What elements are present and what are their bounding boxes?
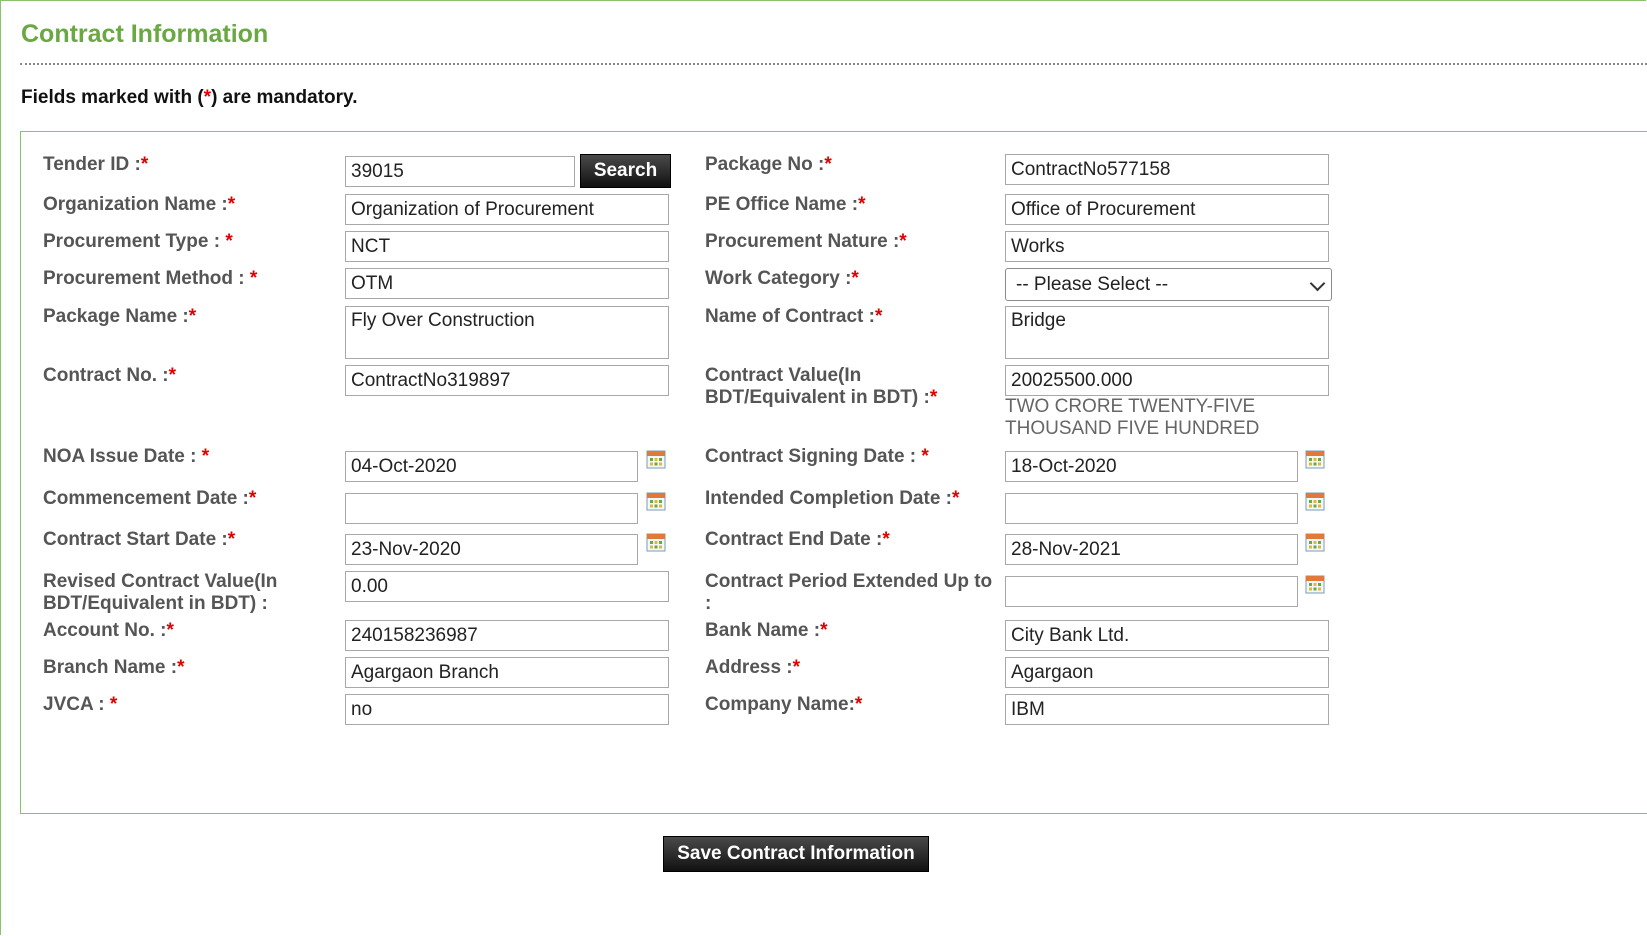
contract-signing-date-input[interactable] <box>1005 451 1298 482</box>
calendar-icon[interactable] <box>646 532 666 552</box>
intended-completion-date-label: Intended Completion Date :* <box>705 488 960 509</box>
revised-contract-value-label: Revised Contract Value(In BDT/Equivalent … <box>43 571 278 614</box>
work-category-select[interactable]: -- Please Select -- <box>1005 268 1332 301</box>
jvca-label: JVCA : * <box>43 694 118 715</box>
contract-start-date-input[interactable] <box>345 534 638 565</box>
contract-no-input[interactable] <box>345 365 669 396</box>
procurement-method-label: Procurement Method : * <box>43 268 258 289</box>
work-category-label: Work Category :* <box>705 268 859 289</box>
branch-name-label: Branch Name :* <box>43 657 185 678</box>
mandatory-note: Fields marked with (*) are mandatory. <box>21 87 357 109</box>
procurement-type-label: Procurement Type : * <box>43 231 233 252</box>
branch-name-input[interactable] <box>345 657 669 688</box>
contract-no-label: Contract No. :* <box>43 365 177 386</box>
name-of-contract-label: Name of Contract :* <box>705 306 883 327</box>
address-label: Address :* <box>705 657 801 678</box>
calendar-icon[interactable] <box>646 491 666 511</box>
procurement-type-input[interactable] <box>345 231 669 262</box>
mandatory-note-asterisk: * <box>203 87 212 108</box>
commencement-date-label: Commencement Date :* <box>43 488 257 509</box>
tender-id-input[interactable] <box>345 156 575 187</box>
commencement-date-input[interactable] <box>345 493 638 524</box>
contract-period-extended-label: Contract Period Extended Up to: <box>705 571 993 614</box>
package-name-label: Package Name :* <box>43 306 197 327</box>
account-no-input[interactable] <box>345 620 669 651</box>
jvca-input[interactable] <box>345 694 669 725</box>
bank-name-input[interactable] <box>1005 620 1329 651</box>
procurement-nature-input[interactable] <box>1005 231 1329 262</box>
contract-start-date-label: Contract Start Date :* <box>43 529 236 550</box>
package-no-input[interactable] <box>1005 154 1329 185</box>
tender-id-label: Tender ID :* <box>43 154 149 175</box>
contract-end-date-label: Contract End Date :* <box>705 529 890 550</box>
package-no-label: Package No :* <box>705 154 832 175</box>
work-category-selected: -- Please Select -- <box>1016 274 1169 295</box>
contract-signing-date-label: Contract Signing Date : * <box>705 446 929 467</box>
account-no-label: Account No. :* <box>43 620 174 641</box>
chevron-down-icon <box>1309 275 1326 292</box>
calendar-icon[interactable] <box>1305 491 1325 511</box>
package-name-textarea[interactable]: Fly Over Construction <box>345 306 669 359</box>
contract-value-label: Contract Value(In BDT/Equivalent in BDT) … <box>705 365 938 408</box>
mandatory-note-prefix: Fields marked with ( <box>21 87 204 108</box>
calendar-icon[interactable] <box>1305 532 1325 552</box>
pe-office-name-input[interactable] <box>1005 194 1329 225</box>
company-name-label: Company Name:* <box>705 694 863 715</box>
title-divider <box>20 63 1647 65</box>
save-contract-information-button[interactable]: Save Contract Information <box>663 836 929 872</box>
page-title: Contract Information <box>21 20 269 48</box>
name-of-contract-textarea[interactable]: Bridge <box>1005 306 1329 359</box>
company-name-input[interactable] <box>1005 694 1329 725</box>
contract-value-in-words: TWO CRORE TWENTY-FIVE THOUSAND FIVE HUNDR… <box>1005 396 1260 439</box>
mandatory-note-suffix: ) are mandatory. <box>211 87 358 108</box>
noa-issue-date-label: NOA Issue Date : * <box>43 446 210 467</box>
procurement-nature-label: Procurement Nature :* <box>705 231 907 252</box>
calendar-icon[interactable] <box>646 449 666 469</box>
revised-contract-value-input[interactable] <box>345 571 669 602</box>
procurement-method-input[interactable] <box>345 268 669 299</box>
calendar-icon[interactable] <box>1305 449 1325 469</box>
noa-issue-date-input[interactable] <box>345 451 638 482</box>
contract-period-extended-input[interactable] <box>1005 576 1298 607</box>
bank-name-label: Bank Name :* <box>705 620 828 641</box>
contract-end-date-input[interactable] <box>1005 534 1298 565</box>
organization-name-input[interactable] <box>345 194 669 225</box>
organization-name-label: Organization Name :* <box>43 194 236 215</box>
intended-completion-date-input[interactable] <box>1005 493 1298 524</box>
contract-value-input[interactable] <box>1005 365 1329 396</box>
calendar-icon[interactable] <box>1305 574 1325 594</box>
search-button[interactable]: Search <box>580 154 671 188</box>
pe-office-name-label: PE Office Name :* <box>705 194 866 215</box>
address-input[interactable] <box>1005 657 1329 688</box>
